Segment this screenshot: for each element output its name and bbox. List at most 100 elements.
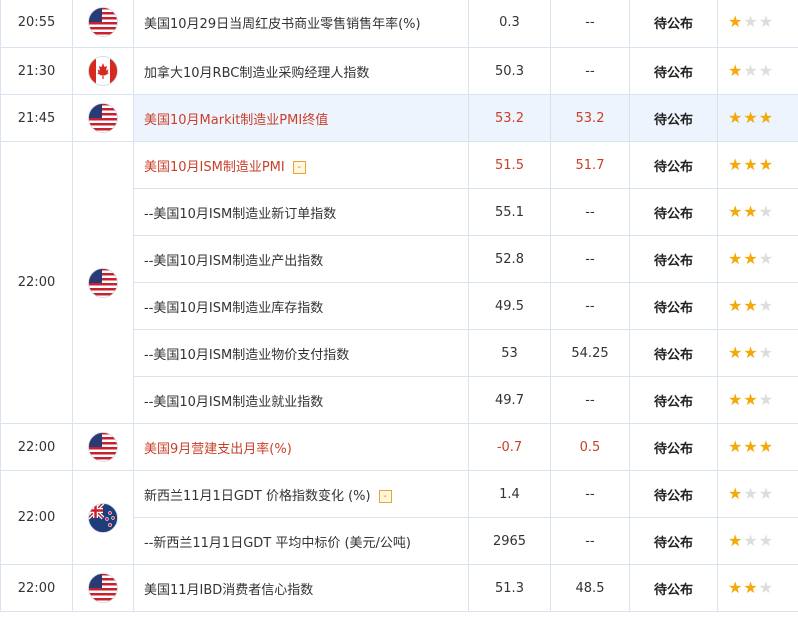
star-filled-icon: ★: [758, 107, 774, 127]
event-row[interactable]: 21:30 加拿大10月RBC制造业采购经理人指数 50.3 -- 待公布 ★★★: [0, 47, 798, 95]
event-name-label: 美国10月Markit制造业PMI终值: [144, 112, 329, 128]
status-label: 待公布: [629, 188, 718, 236]
star-empty-icon: ★: [758, 248, 774, 268]
event-name[interactable]: --美国10月ISM制造业就业指数: [133, 376, 469, 424]
event-name[interactable]: --美国10月ISM制造业库存指数: [133, 282, 469, 330]
star-empty-icon: ★: [758, 483, 774, 503]
importance-rating: ★★★: [717, 47, 798, 95]
star-empty-icon: ★: [743, 530, 758, 550]
star-empty-icon: ★: [758, 60, 774, 80]
star-filled-icon: ★: [743, 295, 758, 315]
event-name-label: --美国10月ISM制造业就业指数: [144, 394, 324, 410]
actual-value: 0.3: [468, 0, 551, 48]
event-name[interactable]: --美国10月ISM制造业产出指数: [133, 235, 469, 283]
star-empty-icon: ★: [758, 342, 774, 362]
us-flag-icon: [72, 141, 134, 424]
event-name[interactable]: --新西兰11月1日GDT 平均中标价 (美元/公吨): [133, 517, 469, 565]
star-empty-icon: ★: [758, 577, 774, 597]
event-time: 22:00: [0, 141, 73, 424]
star-filled-icon: ★: [728, 436, 743, 456]
star-filled-icon: ★: [728, 577, 743, 597]
event-name[interactable]: 美国9月营建支出月率(%): [133, 423, 469, 471]
actual-value: 52.8: [468, 235, 551, 283]
event-time: 22:00: [0, 564, 73, 612]
forecast-value: 51.7: [550, 141, 630, 189]
actual-value: 49.5: [468, 282, 551, 330]
event-time: 21:45: [0, 94, 73, 142]
star-filled-icon: ★: [743, 107, 758, 127]
star-filled-icon: ★: [758, 154, 774, 174]
us-flag-icon: [72, 423, 134, 471]
star-filled-icon: ★: [728, 389, 743, 409]
actual-value: 51.5: [468, 141, 551, 189]
star-filled-icon: ★: [743, 577, 758, 597]
event-name-label: 新西兰11月1日GDT 价格指数变化 (%): [144, 488, 371, 504]
importance-rating: ★★★: [717, 470, 798, 518]
star-filled-icon: ★: [728, 530, 743, 550]
ca-flag-icon: [72, 47, 134, 95]
event-name[interactable]: --美国10月ISM制造业新订单指数: [133, 188, 469, 236]
event-row[interactable]: 21:45 美国10月Markit制造业PMI终值 53.2 53.2 待公布 ★★★: [0, 94, 798, 142]
star-filled-icon: ★: [743, 389, 758, 409]
importance-rating: ★★★: [717, 517, 798, 565]
event-row[interactable]: 22:00 新西兰11月1日GDT 价格指数变化 (%) -1.4 -- 待公布 ★★★: [0, 470, 798, 565]
status-label: 待公布: [629, 517, 718, 565]
forecast-value: --: [550, 188, 630, 236]
us-flag-icon: [72, 0, 134, 48]
status-label: 待公布: [629, 329, 718, 377]
nz-flag-icon: [72, 470, 134, 565]
event-time: 20:55: [0, 0, 73, 48]
event-name[interactable]: --美国10月ISM制造业物价支付指数: [133, 329, 469, 377]
importance-rating: ★★★: [717, 0, 798, 48]
importance-rating: ★★★: [717, 376, 798, 424]
forecast-value: 53.2: [550, 94, 630, 142]
forecast-value: --: [550, 282, 630, 330]
event-name[interactable]: 美国10月29日当周红皮书商业零售销售年率(%): [133, 0, 469, 48]
event-row[interactable]: 22:00 美国11月IBD消费者信心指数 51.3 48.5 待公布 ★★★: [0, 564, 798, 612]
importance-rating: ★★★: [717, 282, 798, 330]
forecast-value: --: [550, 47, 630, 95]
collapse-toggle-icon[interactable]: -: [292, 160, 306, 174]
event-name-label: --美国10月ISM制造业产出指数: [144, 253, 324, 269]
event-row[interactable]: 22:00 美国10月ISM制造业PMI -51.5 51.7 待公布 ★★★: [0, 141, 798, 424]
status-label: 待公布: [629, 470, 718, 518]
status-label: 待公布: [629, 282, 718, 330]
event-name[interactable]: 美国10月Markit制造业PMI终值: [133, 94, 469, 142]
actual-value: 53.2: [468, 94, 551, 142]
event-name[interactable]: 美国10月ISM制造业PMI -: [133, 141, 469, 189]
event-name[interactable]: 美国11月IBD消费者信心指数: [133, 564, 469, 612]
importance-rating: ★★★: [717, 188, 798, 236]
us-flag-icon: [72, 564, 134, 612]
actual-value: 2965: [468, 517, 551, 565]
importance-rating: ★★★: [717, 235, 798, 283]
star-filled-icon: ★: [728, 107, 743, 127]
status-label: 待公布: [629, 235, 718, 283]
status-label: 待公布: [629, 141, 718, 189]
event-name-label: --美国10月ISM制造业物价支付指数: [144, 347, 350, 363]
forecast-value: --: [550, 517, 630, 565]
star-empty-icon: ★: [758, 11, 774, 31]
status-label: 待公布: [629, 376, 718, 424]
collapse-toggle-icon[interactable]: -: [378, 489, 392, 503]
actual-value: 49.7: [468, 376, 551, 424]
event-name[interactable]: 新西兰11月1日GDT 价格指数变化 (%) -: [133, 470, 469, 518]
star-filled-icon: ★: [728, 201, 743, 221]
economic-calendar-table: 20:55 美国10月29日当周红皮书商业零售销售年率(%) 0.3 -- 待公布 ★★…: [0, 0, 798, 612]
status-label: 待公布: [629, 423, 718, 471]
actual-value: 51.3: [468, 564, 551, 612]
forecast-value: --: [550, 235, 630, 283]
star-filled-icon: ★: [758, 436, 774, 456]
star-empty-icon: ★: [743, 483, 758, 503]
event-name-label: 美国11月IBD消费者信心指数: [144, 582, 314, 598]
forecast-value: --: [550, 0, 630, 48]
event-time: 22:00: [0, 423, 73, 471]
forecast-value: --: [550, 470, 630, 518]
event-name[interactable]: 加拿大10月RBC制造业采购经理人指数: [133, 47, 469, 95]
status-label: 待公布: [629, 564, 718, 612]
event-row[interactable]: 22:00 美国9月营建支出月率(%) -0.7 0.5 待公布 ★★★: [0, 423, 798, 471]
star-filled-icon: ★: [743, 436, 758, 456]
importance-rating: ★★★: [717, 564, 798, 612]
event-row[interactable]: 20:55 美国10月29日当周红皮书商业零售销售年率(%) 0.3 -- 待公布 ★★…: [0, 0, 798, 48]
status-label: 待公布: [629, 94, 718, 142]
star-empty-icon: ★: [758, 389, 774, 409]
